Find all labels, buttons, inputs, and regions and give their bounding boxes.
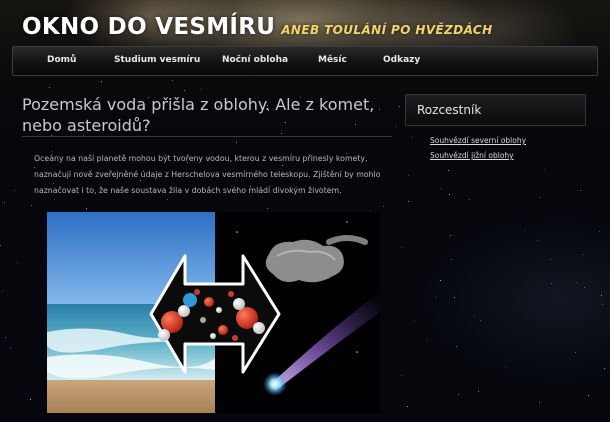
star [10,347,11,348]
star [544,169,545,170]
star [440,280,441,281]
star [172,80,173,81]
star [456,346,457,347]
star [525,230,526,231]
star [584,287,585,288]
nav-item-moon[interactable]: Měsíc [318,55,347,65]
star [440,188,441,189]
star [601,295,602,296]
star [101,81,102,82]
nav-item-space-study[interactable]: Studium vesmíru [114,55,200,65]
star [435,297,436,298]
star [588,395,589,396]
ocean-comet-water-image [47,212,380,413]
star [399,106,400,107]
star [408,201,409,202]
star [599,231,600,232]
title-divider [22,136,392,137]
star [184,90,185,91]
star [401,247,402,248]
star [480,320,481,321]
main-navigation: Domů Studium vesmíru Noční obloha Měsíc … [12,46,598,76]
site-title-text[interactable]: OKNO DO VESMÍRU [22,14,275,40]
star [0,245,1,246]
star [454,297,455,298]
star [583,254,584,255]
star [370,210,371,211]
article-title[interactable]: Pozemská voda přišla z oblohy. Ale z kom… [22,94,392,136]
star [5,337,6,338]
star [426,340,427,341]
star [580,190,581,191]
sidebar-link-southern-constellations[interactable]: Souhvězdí jižní oblohy [430,151,514,160]
star [236,142,237,143]
star [4,202,5,203]
star [537,240,538,241]
star [49,87,50,88]
star [540,197,541,198]
star [401,375,402,376]
star [2,290,3,291]
article-text: Oceány na naší planetě mohou být tvořeny… [34,154,381,195]
article-illustration [47,212,380,413]
star [414,320,415,321]
nav-item-night-sky[interactable]: Noční obloha [222,55,288,65]
star [408,175,409,176]
star [396,126,397,127]
sidebar-heading: Rozcestník [417,103,482,117]
star [602,304,603,305]
star [267,208,268,209]
star [550,259,551,260]
star [450,235,451,236]
star [86,208,87,209]
star [575,352,576,353]
star [539,402,540,403]
star [31,205,32,206]
star [167,199,168,200]
star [505,366,506,367]
star [200,89,201,90]
star [448,170,449,171]
star [469,199,470,200]
site-tagline: ANEB TOULÁNÍ PO HVĚZDÁCH [281,23,493,37]
star [14,190,15,191]
star [451,259,452,260]
sidebar-header: Rozcestník [405,94,586,126]
star [30,399,31,400]
star [411,137,412,138]
star [551,283,552,284]
nav-item-links[interactable]: Odkazy [383,55,420,65]
star [474,315,475,316]
star [17,262,18,263]
star [383,206,384,207]
star [576,282,577,283]
sidebar-link-northern-constellations[interactable]: Souhvězdí severní oblohy [430,136,526,145]
star [54,199,55,200]
star [407,406,408,407]
star [458,394,459,395]
star [604,368,605,369]
star [449,194,450,195]
site-title[interactable]: OKNO DO VESMÍRU ANEB TOULÁNÍ PO HVĚZDÁCH [22,14,493,40]
star [478,391,479,392]
nav-item-home[interactable]: Domů [47,55,76,65]
